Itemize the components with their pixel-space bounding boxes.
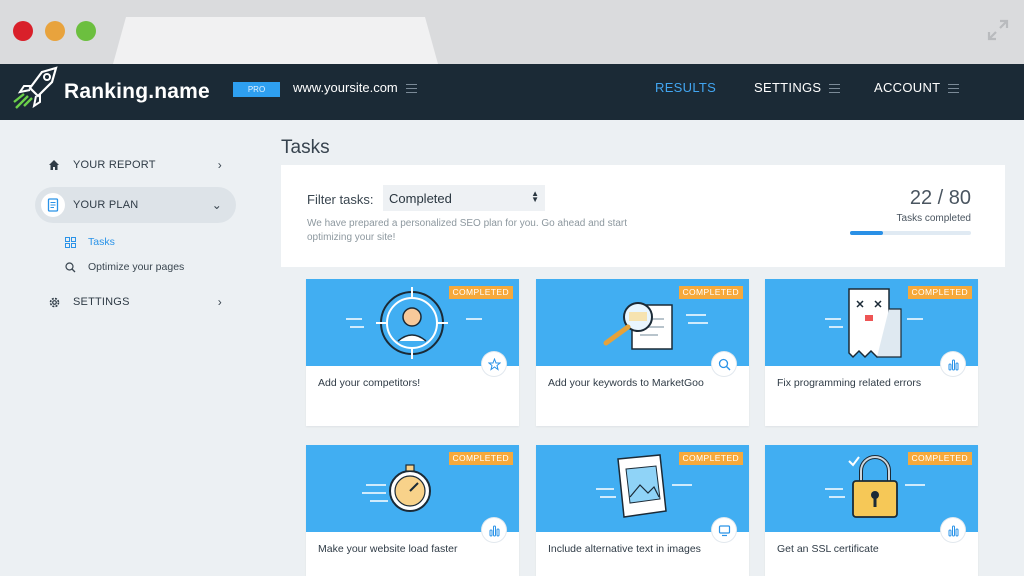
tasks-count-label: Tasks completed: [896, 213, 971, 224]
task-card-errors[interactable]: COMPLETED Fix programming related errors: [765, 279, 978, 426]
completed-badge: COMPLETED: [907, 452, 972, 465]
search-icon: [65, 261, 76, 272]
filter-label: Filter tasks:: [307, 192, 374, 207]
task-card-title: Make your website load faster: [318, 543, 458, 555]
task-card-title: Add your competitors!: [318, 377, 421, 389]
nav-account-label: ACCOUNT: [874, 80, 941, 95]
close-window-button[interactable]: [13, 21, 33, 41]
nav-results[interactable]: RESULTS: [655, 80, 716, 95]
gear-icon: [47, 295, 61, 309]
rocket-logo-icon: [13, 66, 58, 109]
completed-badge: COMPLETED: [448, 286, 513, 299]
bar-chart-icon[interactable]: [482, 518, 506, 542]
task-card-title: Add your keywords to MarketGoo: [548, 377, 704, 389]
task-card-speed[interactable]: COMPLETED Make your website load faster: [306, 445, 519, 576]
nav-settings[interactable]: SETTINGS: [754, 80, 841, 95]
search-icon[interactable]: [712, 352, 736, 376]
sidebar-subitem-label: Optimize your pages: [88, 261, 185, 273]
task-card-keywords[interactable]: COMPLETED Add your keywords to MarketGoo: [536, 279, 749, 426]
completed-badge: COMPLETED: [678, 286, 743, 299]
page-title: Tasks: [281, 137, 330, 158]
sidebar-subitem-label: Tasks: [88, 236, 115, 248]
site-selector[interactable]: www.yoursite.com: [293, 80, 417, 95]
nav-account[interactable]: ACCOUNT: [874, 80, 960, 95]
tasks-done: 22: [909, 187, 933, 209]
task-card-title: Fix programming related errors: [777, 377, 922, 389]
chevron-down-icon: ⌄: [211, 198, 222, 212]
sidebar-item-label: SETTINGS: [73, 296, 130, 308]
grid-icon: [65, 236, 76, 248]
chevron-right-icon: ›: [217, 158, 222, 172]
sidebar-subitem-tasks[interactable]: Tasks: [65, 236, 115, 248]
tasks-count: 22 / 80: [910, 187, 971, 210]
select-arrows-icon: ▲ ▼: [531, 189, 539, 204]
plan-description: We have prepared a personalized SEO plan…: [307, 218, 628, 243]
minimize-window-button[interactable]: [45, 21, 65, 41]
sidebar-item-your-plan[interactable]: YOUR PLAN ⌄: [35, 187, 236, 223]
completed-badge: COMPLETED: [448, 452, 513, 465]
bar-chart-icon[interactable]: [941, 352, 965, 376]
task-card-ssl[interactable]: COMPLETED Get an SSL certificate: [765, 445, 978, 576]
task-card-title: Include alternative text in images: [548, 543, 701, 555]
filter-select[interactable]: Completed ▲ ▼: [383, 185, 545, 211]
nav-settings-label: SETTINGS: [754, 80, 822, 95]
tasks-progress-bar: [850, 231, 971, 235]
filter-panel: Filter tasks: Completed ▲ ▼ We have prepa…: [281, 165, 1005, 267]
page-body: YOUR REPORT › YOUR PLAN ⌄ Tasks Optimize…: [0, 120, 1024, 576]
expand-icon[interactable]: [986, 18, 1010, 42]
completed-badge: COMPLETED: [907, 286, 972, 299]
star-icon[interactable]: [482, 352, 506, 376]
browser-tab[interactable]: [113, 17, 438, 64]
task-card-title: Get an SSL certificate: [777, 543, 879, 555]
sidebar-item-label: YOUR PLAN: [73, 199, 139, 211]
sidebar-item-settings[interactable]: SETTINGS ›: [35, 284, 236, 320]
tasks-total: 80: [948, 187, 971, 209]
brand-name[interactable]: Ranking.name: [64, 80, 210, 104]
task-card-competitors[interactable]: COMPLETED Add your competitors!: [306, 279, 519, 426]
menu-icon: [948, 84, 960, 94]
app-header: Ranking.name PRO www.yoursite.com RESULT…: [0, 64, 1024, 120]
home-icon: [47, 158, 61, 172]
plan-badge: PRO: [233, 82, 280, 97]
completed-badge: COMPLETED: [678, 452, 743, 465]
site-url: www.yoursite.com: [293, 80, 398, 95]
menu-icon: [405, 84, 417, 94]
sidebar-item-label: YOUR REPORT: [73, 159, 156, 171]
tasks-progress-fill: [850, 231, 884, 235]
filter-select-value: Completed: [389, 191, 452, 206]
monitor-icon[interactable]: [712, 518, 736, 542]
menu-icon: [829, 84, 841, 94]
maximize-window-button[interactable]: [76, 21, 96, 41]
sidebar-subitem-optimize[interactable]: Optimize your pages: [65, 261, 184, 273]
browser-chrome: [0, 0, 1024, 64]
task-card-alt-text[interactable]: COMPLETED Include alternative text in im…: [536, 445, 749, 576]
bar-chart-icon[interactable]: [941, 518, 965, 542]
sidebar-item-your-report[interactable]: YOUR REPORT ›: [35, 147, 236, 183]
chevron-right-icon: ›: [217, 295, 222, 309]
document-icon: [41, 193, 65, 217]
count-separator: /: [932, 187, 949, 209]
